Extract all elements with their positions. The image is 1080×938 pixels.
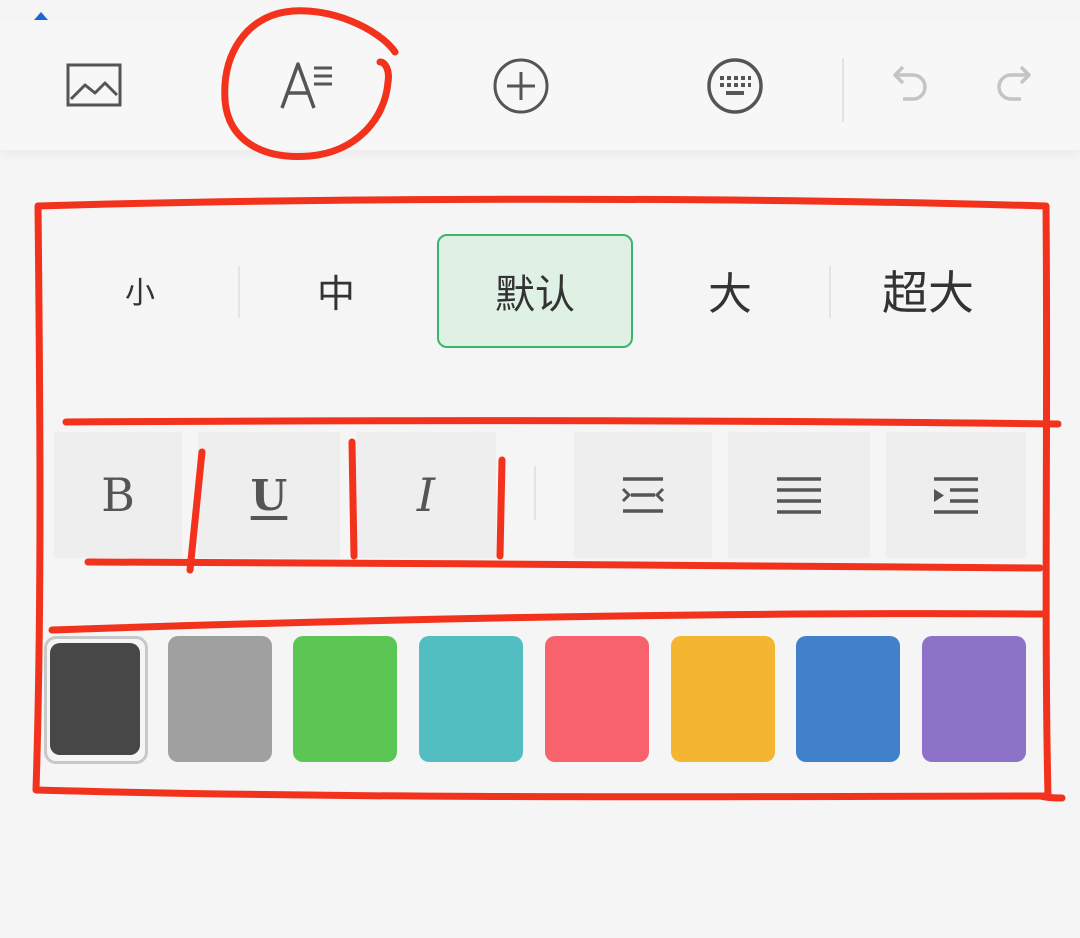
font-size-extra-large[interactable]: 超大 bbox=[858, 228, 998, 352]
color-swatch[interactable] bbox=[545, 636, 649, 762]
annotation-bottom-extension bbox=[1036, 792, 1066, 802]
align-justify-button[interactable] bbox=[728, 432, 870, 558]
align-center-icon bbox=[621, 477, 665, 513]
undo-button[interactable] bbox=[872, 50, 944, 122]
underline-label: U bbox=[250, 470, 288, 520]
font-size-medium[interactable]: 中 bbox=[276, 228, 396, 352]
underline-button[interactable]: U bbox=[198, 432, 340, 558]
color-swatch[interactable] bbox=[419, 636, 523, 762]
insert-image-button[interactable] bbox=[59, 50, 131, 122]
italic-button[interactable]: I bbox=[356, 432, 496, 558]
italic-label: I bbox=[416, 468, 436, 522]
keyboard-button[interactable] bbox=[699, 50, 771, 122]
annotation-size-underline bbox=[62, 417, 1062, 428]
font-size-default[interactable]: 默认 bbox=[437, 234, 633, 348]
size-divider bbox=[829, 266, 831, 318]
insert-more-button[interactable] bbox=[485, 50, 557, 122]
color-swatch[interactable] bbox=[922, 636, 1026, 762]
format-divider bbox=[534, 466, 536, 520]
text-format-panel: 小 中 默认 大 超大 B U I bbox=[0, 0, 1080, 938]
color-swatch[interactable] bbox=[293, 636, 397, 762]
editor-toolbar bbox=[0, 22, 1080, 150]
add-circle-icon bbox=[493, 58, 549, 114]
undo-icon bbox=[893, 65, 927, 101]
color-swatch[interactable] bbox=[796, 636, 900, 762]
bold-label: B bbox=[101, 468, 135, 522]
annotation-tick-3 bbox=[496, 456, 506, 560]
indent-icon bbox=[934, 477, 978, 514]
redo-button[interactable] bbox=[980, 50, 1052, 122]
indent-button[interactable] bbox=[886, 432, 1026, 558]
color-swatch[interactable] bbox=[168, 636, 272, 762]
annotation-color-topline bbox=[48, 610, 1050, 634]
image-icon bbox=[66, 63, 122, 107]
size-divider bbox=[238, 266, 240, 318]
toolbar-divider bbox=[842, 58, 844, 122]
annotation-format-underline bbox=[84, 558, 1044, 572]
redo-icon bbox=[997, 65, 1031, 101]
align-justify-icon bbox=[777, 477, 821, 514]
color-swatch[interactable] bbox=[671, 636, 775, 762]
top-edge-marker-icon bbox=[34, 12, 48, 20]
font-size-small[interactable]: 小 bbox=[80, 228, 200, 352]
keyboard-icon bbox=[707, 58, 763, 114]
font-size-selector: 小 中 默认 大 超大 bbox=[40, 228, 1040, 352]
align-center-button[interactable] bbox=[574, 432, 712, 558]
bold-button[interactable]: B bbox=[54, 432, 182, 558]
annotation-tick-2 bbox=[348, 438, 358, 560]
color-swatch[interactable] bbox=[50, 643, 140, 755]
text-format-icon bbox=[280, 62, 332, 109]
font-size-large[interactable]: 大 bbox=[670, 228, 790, 352]
text-format-button[interactable] bbox=[270, 50, 342, 122]
